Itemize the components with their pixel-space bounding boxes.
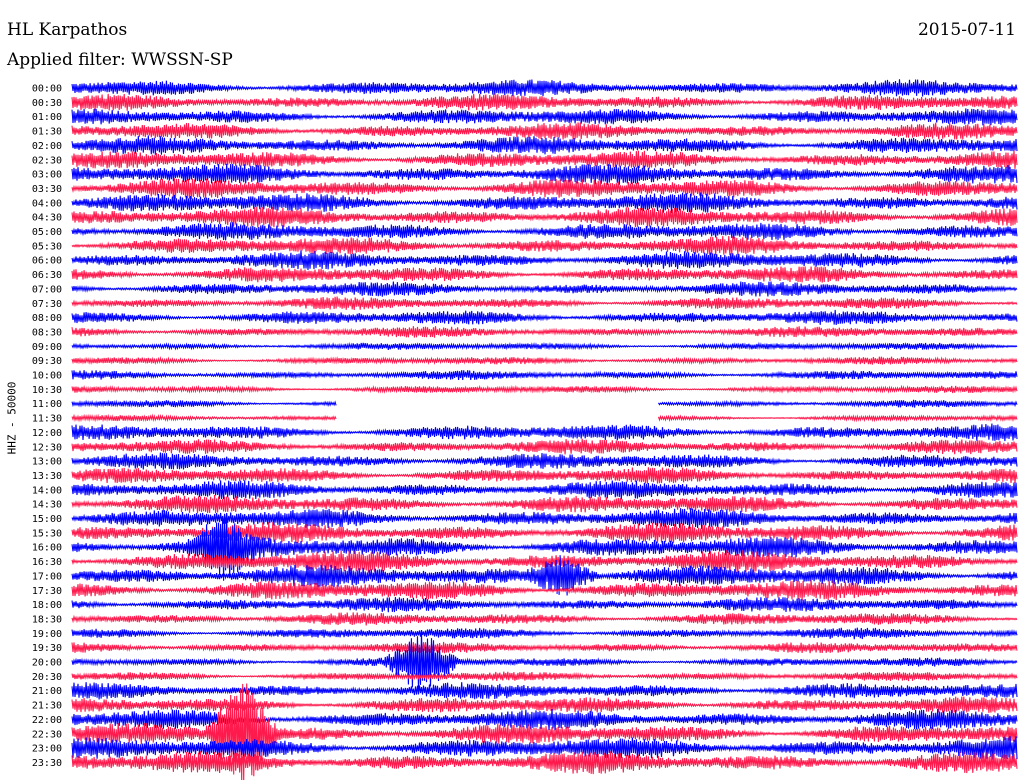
trace-row (71, 751, 1018, 775)
tick-label: 21:30 (32, 701, 62, 712)
tick-label: 13:00 (32, 457, 62, 468)
time-tick-labels: 00:00 00:30 01:00 01:30 02:00 02:30 03:00 03:30… (32, 84, 62, 769)
trace-row (71, 135, 1018, 155)
tick-label: 14:30 (32, 500, 62, 511)
tick-label: 05:00 (32, 227, 62, 238)
tick-label: 17:30 (32, 586, 62, 597)
trace-row (71, 452, 1018, 470)
trace-row (71, 682, 1018, 700)
trace-row (71, 467, 1018, 484)
trace-row (71, 480, 1018, 500)
tick-label: 16:00 (32, 543, 62, 554)
tick-label: 13:30 (32, 471, 62, 482)
tick-label: 09:30 (32, 356, 62, 367)
trace-row (71, 384, 1018, 394)
trace-row (71, 236, 1018, 256)
tick-label: 06:00 (32, 256, 62, 267)
tick-label: 10:30 (32, 385, 62, 396)
tick-label: 18:30 (32, 614, 62, 625)
tick-label: 14:00 (32, 485, 62, 496)
tick-label: 16:30 (32, 557, 62, 568)
tick-label: 11:00 (32, 399, 62, 410)
tick-label: 22:00 (32, 715, 62, 726)
tick-label: 20:00 (32, 658, 62, 669)
tick-label: 12:00 (32, 428, 62, 439)
trace-row (71, 597, 1018, 613)
tick-label: 03:00 (32, 170, 62, 181)
trace-row (71, 281, 1018, 297)
trace-row (71, 508, 1018, 530)
trace-row (71, 266, 1018, 283)
tick-label: 08:00 (32, 313, 62, 324)
trace-row (71, 222, 1018, 241)
trace-row (71, 696, 1018, 714)
tick-label: 06:30 (32, 270, 62, 281)
tick-label: 19:00 (32, 629, 62, 640)
tick-label: 05:30 (32, 241, 62, 252)
trace-row (71, 494, 1018, 514)
tick-label: 19:30 (32, 643, 62, 654)
trace-row (71, 309, 1018, 326)
tick-label: 17:00 (32, 571, 62, 582)
tick-label: 08:30 (32, 327, 62, 338)
seismogram-traces (71, 79, 1018, 780)
tick-label: 07:00 (32, 284, 62, 295)
trace-row (71, 671, 1018, 682)
trace-row (71, 122, 1018, 140)
tick-label: 03:30 (32, 184, 62, 195)
trace-row (71, 399, 1018, 408)
tick-label: 23:30 (32, 758, 62, 769)
trace-row (71, 641, 1018, 654)
tick-label: 01:30 (32, 127, 62, 138)
tick-label: 09:00 (32, 342, 62, 353)
tick-label: 15:30 (32, 528, 62, 539)
trace-row (71, 93, 1018, 111)
tick-label: 02:30 (32, 155, 62, 166)
tick-label: 15:00 (32, 514, 62, 525)
tick-label: 07:30 (32, 299, 62, 310)
trace-row (71, 79, 1018, 97)
trace-row (71, 296, 1018, 310)
trace-row (71, 341, 1018, 351)
trace-row (71, 612, 1018, 626)
trace-row (71, 413, 1018, 423)
trace-row (71, 326, 1018, 338)
tick-label: 20:30 (32, 672, 62, 683)
trace-row (71, 627, 1018, 640)
tick-label: 04:00 (32, 198, 62, 209)
trace-row (71, 370, 1018, 381)
tick-label: 23:00 (32, 744, 62, 755)
tick-label: 00:00 (32, 84, 62, 95)
tick-label: 21:00 (32, 686, 62, 697)
tick-label: 22:30 (32, 729, 62, 740)
tick-label: 11:30 (32, 414, 62, 425)
trace-row (71, 356, 1018, 366)
helicorder-plot: 00:00 00:30 01:00 01:30 02:00 02:30 03:00 03:30… (32, 79, 1018, 780)
tick-label: 01:00 (32, 112, 62, 123)
trace-row (71, 438, 1018, 455)
tick-label: 18:00 (32, 600, 62, 611)
trace-row (71, 250, 1018, 271)
tick-label: 02:00 (32, 141, 62, 152)
tick-label: 00:30 (32, 98, 62, 109)
trace-row (71, 108, 1018, 126)
tick-label: 12:30 (32, 442, 62, 453)
trace-row (71, 206, 1018, 228)
trace-row (71, 631, 1018, 693)
trace-row (71, 178, 1018, 199)
trace-row (71, 423, 1018, 442)
tick-label: 04:30 (32, 213, 62, 224)
trace-row (71, 708, 1018, 731)
tick-label: 10:00 (32, 371, 62, 382)
